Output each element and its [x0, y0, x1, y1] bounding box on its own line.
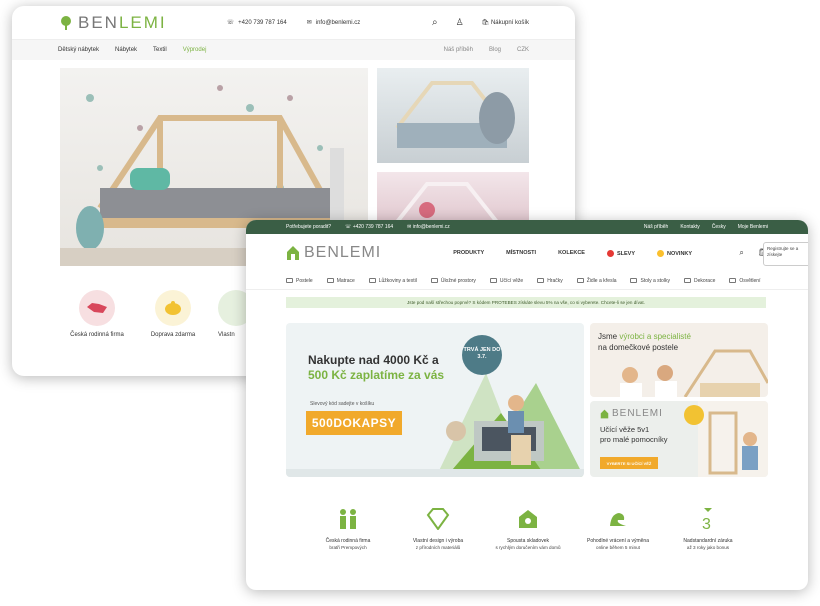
new-phone[interactable]: ☏ +420 739 787 164 — [345, 224, 393, 230]
diamond-icon — [396, 506, 480, 532]
textile-icon — [368, 278, 376, 283]
lamp-icon — [729, 278, 737, 283]
category-decor[interactable]: Dekorace — [683, 278, 715, 284]
old-logo[interactable]: BENLEMI — [58, 13, 167, 33]
house-logo-icon — [600, 409, 609, 418]
category-toys[interactable]: Hračky — [537, 278, 563, 284]
nav-item[interactable]: Textil — [153, 47, 167, 53]
nav-item[interactable]: Náš příběh — [444, 47, 473, 53]
mail-icon: ✉ — [407, 224, 412, 230]
menu-products[interactable]: PRODUKTY — [453, 250, 484, 257]
playroom-image[interactable] — [377, 68, 529, 163]
learning-tower-promo[interactable]: BENLEMI Učící věže 5v1 pro malé pomocník… — [590, 401, 768, 477]
house-logo-icon — [287, 246, 299, 260]
tower-icon — [489, 278, 497, 283]
phone-icon: ☏ — [345, 224, 352, 230]
family-icon — [306, 506, 390, 532]
menu-rooms[interactable]: MÍSTNOSTI — [506, 250, 536, 257]
cart-icon: 🛍 — [481, 20, 490, 26]
account-link[interactable]: Moje Benlemi — [738, 224, 768, 230]
new-header: BENLEMI PRODUKTY MÍSTNOSTI KOLEKCE SLEVY… — [246, 234, 808, 272]
table-icon — [630, 278, 638, 283]
page: BENLEMI ☏ +420 739 787 164 ✉ info@benlemi.… — [0, 0, 820, 606]
mail-icon: ✉ — [306, 20, 312, 26]
feature-warranty: 3 Nadstandardní záruka až 3 roky jako bon… — [666, 506, 750, 551]
category-bar: Postele Matrace Lůžkoviny a textil Úložn… — [246, 272, 808, 290]
new-topbar: Potřebujete poradit? ☏ +420 739 787 164 … — [246, 220, 808, 234]
tree-logo-icon — [61, 15, 71, 30]
bed-icon — [286, 278, 293, 283]
category-mattresses[interactable]: Matrace — [326, 278, 355, 284]
old-feature: Doprava zdarma — [138, 290, 208, 338]
limited-time-badge: TRVÁ JEN DO 3.7. — [462, 335, 502, 375]
register-tooltip: Registrujte se a získejte — [763, 242, 808, 266]
welcome-notice: Jste pod naší střechou poprvé? S kódem P… — [286, 297, 766, 308]
old-cart[interactable]: 🛍 Nákupní košík — [482, 19, 529, 26]
manufacturer-promo[interactable]: Jsme výrobci a specialisté na domečkové … — [590, 323, 768, 397]
old-header: BENLEMI ☏ +420 739 787 164 ✉ info@benlemi.… — [12, 6, 575, 40]
toy-icon — [537, 278, 545, 283]
svg-text:3: 3 — [702, 516, 711, 531]
new-logo[interactable]: BENLEMI — [286, 244, 381, 262]
category-textiles[interactable]: Lůžkoviny a textil — [368, 278, 417, 284]
category-beds[interactable]: Postele — [286, 278, 313, 284]
category-towers[interactable]: Učící věže — [489, 278, 523, 284]
nav-item[interactable]: Nábytek — [115, 47, 137, 53]
menu-collections[interactable]: KOLEKCE — [558, 250, 585, 257]
decor-icon — [683, 278, 691, 283]
chair-icon — [576, 278, 584, 283]
menu-new[interactable]: NOVINKY — [657, 249, 692, 257]
mattress-icon — [326, 278, 334, 283]
feature-family: Česká rodinná firma bratři Prempových — [306, 506, 390, 551]
piggy-bank-icon — [155, 290, 191, 326]
feature-design: Vlastní design i výroba z přírodních mate… — [396, 506, 480, 551]
feature-stock: Spousta skladovek s rychlým doručením vám… — [486, 506, 570, 551]
czech-map-icon — [79, 290, 115, 326]
new-website-window: Potřebujete poradit? ☏ +420 739 787 164 … — [246, 220, 808, 590]
old-feature: Česká rodinná firma — [62, 290, 132, 338]
girl-room-image[interactable] — [377, 172, 529, 224]
old-phone[interactable]: ☏ +420 739 787 164 — [226, 19, 287, 27]
menu-sale[interactable]: SLEVY — [606, 249, 635, 257]
new-email[interactable]: ✉ info@benlemi.cz — [407, 224, 450, 230]
category-storage[interactable]: Úložné prostory — [430, 278, 476, 284]
discount-banner[interactable]: TRVÁ JEN DO 3.7. Nakupte nad 4000 Kč a 5… — [286, 323, 584, 477]
search-icon[interactable]: ⌕ — [432, 17, 438, 28]
feature-returns: Pohodlné vrácení a výměna online během 5 … — [576, 506, 660, 551]
percent-icon — [606, 249, 614, 257]
storage-icon — [430, 278, 438, 283]
search-icon[interactable]: ⌕ — [739, 248, 743, 258]
topbar-link[interactable]: Kontakty — [680, 224, 699, 230]
house-heart-icon — [486, 506, 570, 532]
category-lights[interactable]: Osvětlení — [729, 278, 760, 284]
nav-item[interactable]: Dětský nábytek — [58, 47, 99, 53]
discount-code: 500DOKAPSY — [306, 411, 402, 435]
main-menu: PRODUKTY MÍSTNOSTI KOLEKCE SLEVY NOVINKY — [453, 249, 692, 257]
choose-tower-button[interactable]: VYBERTE SI UČÍCÍ VĚŽ — [600, 457, 658, 469]
star-icon — [657, 249, 665, 257]
nav-item[interactable]: Blog — [489, 47, 501, 53]
user-icon[interactable]: ♙ — [456, 17, 464, 28]
old-email[interactable]: ✉ info@benlemi.cz — [306, 19, 360, 27]
warranty-3-icon: 3 — [666, 506, 750, 532]
category-chairs[interactable]: Židle a křesla — [576, 278, 616, 284]
currency-select[interactable]: CZK — [517, 47, 529, 53]
language-select[interactable]: Česky — [712, 224, 726, 230]
nav-item-sale[interactable]: Výprodej — [183, 47, 207, 53]
strong-arm-icon — [576, 506, 660, 532]
topbar-link[interactable]: Náš příběh — [644, 224, 668, 230]
category-tables[interactable]: Stoly a stolky — [630, 278, 670, 284]
old-nav: Dětský nábytek Nábytek Textil Výprodej N… — [12, 40, 575, 60]
phone-icon: ☏ — [226, 20, 235, 26]
